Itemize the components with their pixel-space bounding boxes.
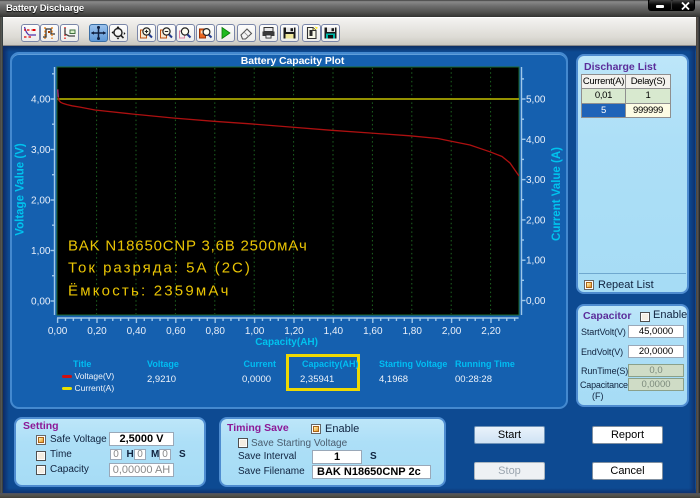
svg-text:Capacity(AH): Capacity(AH) [255,337,318,348]
svg-text:1,00: 1,00 [245,326,265,337]
svg-text:Ток разряда: 5А (2С): Ток разряда: 5А (2С) [68,260,252,277]
svg-text:0,20: 0,20 [87,326,107,337]
svg-text:Ёмкость: 2359мАч: Ёмкость: 2359мАч [68,282,231,299]
svg-text:BAK N18650CNP 3,6В 2500мАч: BAK N18650CNP 3,6В 2500мАч [68,238,308,255]
svg-text:1,20: 1,20 [284,326,304,337]
svg-text:0,00: 0,00 [31,297,51,308]
svg-text:4,00: 4,00 [526,135,546,146]
svg-text:0,80: 0,80 [205,326,225,337]
svg-text:0,00: 0,00 [48,326,68,337]
svg-text:1,40: 1,40 [324,326,344,337]
svg-text:1,60: 1,60 [363,326,383,337]
svg-text:0,40: 0,40 [127,326,147,337]
svg-text:5,00: 5,00 [526,95,546,106]
svg-text:Current Value (A): Current Value (A) [551,147,563,241]
svg-text:1,80: 1,80 [402,326,422,337]
svg-text:0,60: 0,60 [166,326,186,337]
svg-text:1,00: 1,00 [31,246,51,257]
svg-text:Voltage Value (V): Voltage Value (V) [15,143,27,236]
svg-text:2,00: 2,00 [31,196,51,207]
svg-text:3,00: 3,00 [526,175,546,186]
svg-text:0,00: 0,00 [526,296,546,307]
svg-text:1,00: 1,00 [526,256,546,267]
svg-text:4,00: 4,00 [31,95,51,106]
svg-text:2,00: 2,00 [526,215,546,226]
svg-text:3,00: 3,00 [31,145,51,156]
svg-text:2,00: 2,00 [442,326,462,337]
svg-text:2,20: 2,20 [481,326,501,337]
